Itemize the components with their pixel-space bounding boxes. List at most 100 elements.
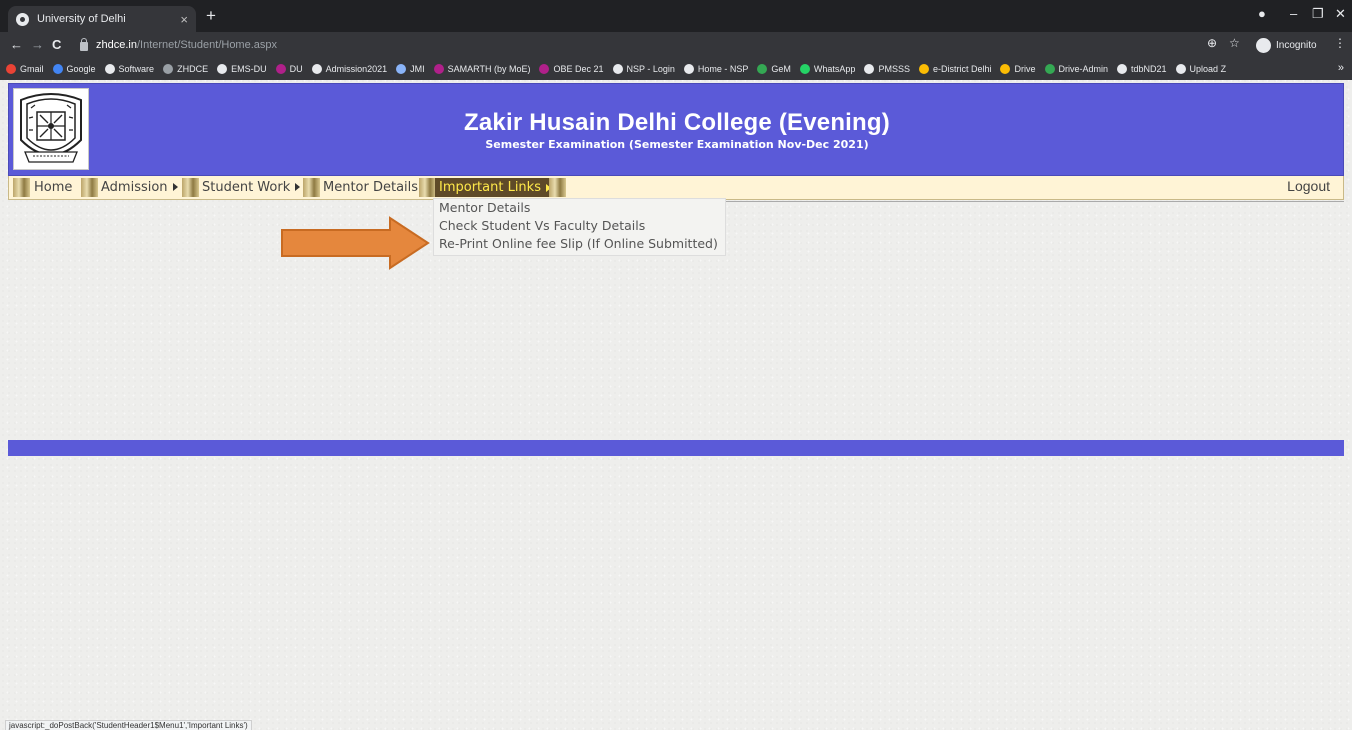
main-menu: Home Admission Student Work Mentor Detai… xyxy=(8,176,1344,200)
important-links-dropdown: Mentor Details Check Student Vs Faculty … xyxy=(433,198,726,256)
bookmark-favicon-icon xyxy=(864,64,875,74)
status-bar: javascript:_doPostBack('StudentHeader1$M… xyxy=(5,720,252,730)
bookmark-label: EMS-DU xyxy=(231,64,267,74)
bookmark-favicon-icon xyxy=(1044,64,1055,74)
dropdown-item-check-student-faculty[interactable]: Check Student Vs Faculty Details xyxy=(439,218,645,233)
bookmark-label: SAMARTH (by MoE) xyxy=(447,64,531,74)
menu-student-work[interactable]: Student Work xyxy=(202,176,301,198)
college-title: Zakir Husain Delhi College (Evening) xyxy=(464,109,890,136)
logout-link[interactable]: Logout xyxy=(1287,178,1330,194)
lock-icon[interactable] xyxy=(80,37,88,51)
forward-button[interactable]: → xyxy=(31,37,44,52)
bookmark-item[interactable]: Upload Z xyxy=(1175,64,1227,74)
minimize-button[interactable]: – xyxy=(1290,6,1297,21)
menu-student-work-label: Student Work xyxy=(202,179,291,195)
bookmark-label: Google xyxy=(66,64,96,74)
tab-close-icon[interactable]: × xyxy=(180,12,188,27)
incognito-label: Incognito xyxy=(1276,39,1317,51)
bookmark-item[interactable]: Drive xyxy=(1000,64,1036,74)
url-path: /Internet/Student/Home.aspx xyxy=(136,39,278,51)
browser-titlebar: University of Delhi × + ● – ❐ ✕ xyxy=(0,0,1352,32)
url-host: zhdce.in xyxy=(96,39,137,51)
menu-separator xyxy=(13,178,30,197)
bookmark-item[interactable]: Admission2021 xyxy=(311,64,387,74)
bookmark-item[interactable]: ZHDCE xyxy=(163,64,208,74)
bookmark-favicon-icon xyxy=(683,64,694,74)
bookmark-label: OBE Dec 21 xyxy=(553,64,604,74)
bookmark-label: DU xyxy=(289,64,303,74)
bookmark-favicon-icon xyxy=(757,64,768,74)
bookmark-item[interactable]: Home - NSP xyxy=(683,64,749,74)
incognito-badge[interactable]: Incognito xyxy=(1256,36,1317,54)
orange-arrow-annotation xyxy=(281,216,430,270)
browser-tab[interactable]: University of Delhi × xyxy=(8,6,196,32)
reload-button[interactable]: C xyxy=(52,37,61,52)
bookmark-star-icon[interactable]: ☆ xyxy=(1229,36,1240,50)
bookmark-favicon-icon xyxy=(1117,64,1128,74)
bookmark-favicon-icon xyxy=(275,64,286,74)
bookmark-favicon-icon xyxy=(6,64,16,74)
bookmark-favicon-icon xyxy=(396,64,407,74)
bookmarks-overflow-icon[interactable]: » xyxy=(1338,62,1344,74)
back-button[interactable]: ← xyxy=(10,37,23,52)
browser-toolbar: ← → C zhdce.in /Internet/Student/Home.as… xyxy=(0,32,1352,58)
dropdown-item-mentor-details[interactable]: Mentor Details xyxy=(439,200,530,215)
zoom-icon[interactable]: ⊕ xyxy=(1207,36,1217,50)
browser-menu-icon[interactable]: ⋮ xyxy=(1334,36,1346,50)
menu-important-links-label: Important Links xyxy=(439,180,541,195)
bookmark-item[interactable]: NSP - Login xyxy=(612,64,675,74)
menu-mentor-details-label: Mentor Details xyxy=(323,179,419,195)
menu-admission[interactable]: Admission xyxy=(101,176,178,198)
bookmark-item[interactable]: Software xyxy=(104,64,154,74)
bookmark-favicon-icon xyxy=(539,64,550,74)
site-header: Zakir Husain Delhi College (Evening) Sem… xyxy=(8,83,1344,176)
menu-admission-label: Admission xyxy=(101,179,168,195)
bookmark-favicon-icon xyxy=(104,64,115,74)
bookmark-item[interactable]: e-District Delhi xyxy=(918,64,992,74)
bookmark-label: GeM xyxy=(771,64,791,74)
dropdown-item-reprint-fee-slip[interactable]: Re-Print Online fee Slip (If Online Subm… xyxy=(439,236,718,251)
menu-home-label: Home xyxy=(34,179,73,195)
bookmark-label: ZHDCE xyxy=(177,64,209,74)
bookmark-favicon-icon xyxy=(799,64,810,74)
bookmark-favicon-icon xyxy=(1000,64,1011,74)
bookmark-item[interactable]: Drive-Admin xyxy=(1044,64,1108,74)
bookmark-item[interactable]: WhatsApp xyxy=(799,64,856,74)
bookmark-item[interactable]: tdbND21 xyxy=(1117,64,1167,74)
submenu-arrow-icon xyxy=(295,183,301,191)
bookmark-favicon-icon xyxy=(918,64,929,74)
bookmark-favicon-icon xyxy=(163,64,174,74)
address-bar[interactable]: zhdce.in /Internet/Student/Home.aspx xyxy=(80,35,1170,55)
menu-divider xyxy=(726,201,1344,202)
bookmark-item[interactable]: PMSSS xyxy=(864,64,910,74)
bookmark-label: WhatsApp xyxy=(813,64,856,74)
bookmark-label: NSP - Login xyxy=(626,64,675,74)
footer-band xyxy=(8,440,1344,456)
new-tab-button[interactable]: + xyxy=(206,6,216,26)
chrome-profile-icon[interactable]: ● xyxy=(1258,6,1266,21)
menu-home[interactable]: Home xyxy=(34,176,72,198)
bookmark-item[interactable]: GeM xyxy=(757,64,791,74)
bookmark-item[interactable]: EMS-DU xyxy=(217,64,267,74)
bookmark-item[interactable]: JMI xyxy=(396,64,425,74)
bookmark-label: e-District Delhi xyxy=(932,64,992,74)
bookmark-item[interactable]: Google xyxy=(52,64,96,74)
menu-important-links[interactable]: Important Links xyxy=(435,178,555,197)
close-window-button[interactable]: ✕ xyxy=(1335,6,1346,22)
bookmark-favicon-icon xyxy=(433,64,444,74)
bookmark-label: Home - NSP xyxy=(697,64,749,74)
bookmark-label: tdbND21 xyxy=(1131,64,1167,74)
menu-separator xyxy=(419,178,436,197)
bookmark-label: JMI xyxy=(410,64,425,74)
menu-mentor-details[interactable]: Mentor Details xyxy=(323,176,418,198)
bookmark-favicon-icon xyxy=(1175,64,1186,74)
bookmark-item[interactable]: SAMARTH (by MoE) xyxy=(433,64,531,74)
maximize-button[interactable]: ❐ xyxy=(1312,6,1324,22)
bookmark-label: Upload Z xyxy=(1189,64,1227,74)
menu-separator xyxy=(182,178,199,197)
bookmark-item[interactable]: DU xyxy=(275,64,303,74)
bookmark-favicon-icon xyxy=(612,64,623,74)
tab-title: University of Delhi xyxy=(37,13,126,25)
bookmark-item[interactable]: Gmail xyxy=(6,64,44,74)
bookmark-item[interactable]: OBE Dec 21 xyxy=(539,64,604,74)
